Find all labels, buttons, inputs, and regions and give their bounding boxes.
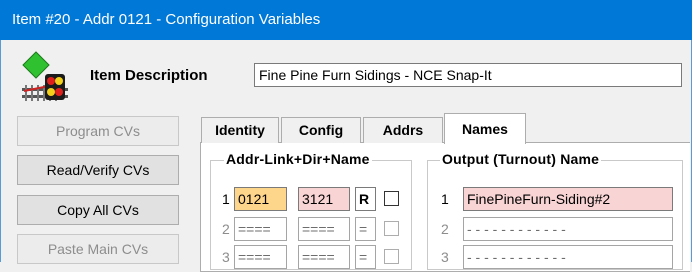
direction-field[interactable]: R (355, 187, 376, 211)
tab-identity[interactable]: Identity (201, 117, 279, 143)
read-verify-cvs-button[interactable]: Read/Verify CVs (17, 155, 179, 185)
copy-all-cvs-button[interactable]: Copy All CVs (17, 195, 179, 225)
turnout-signal-icon (22, 51, 68, 101)
addr-row-number: 1 (222, 191, 230, 207)
tab-addrs[interactable]: Addrs (363, 117, 443, 143)
output-row-number: 1 (441, 191, 449, 207)
name-checkbox[interactable] (384, 191, 399, 206)
program-cvs-button[interactable]: Program CVs (17, 116, 179, 146)
address-field[interactable]: 0121 (234, 187, 287, 211)
direction-field[interactable]: = (355, 245, 376, 269)
item-description-input[interactable]: Fine Pine Furn Sidings - NCE Snap-It (254, 63, 682, 87)
output-row-number: 2 (441, 221, 449, 237)
addr-row-number: 3 (222, 249, 230, 265)
address-field[interactable]: ==== (234, 245, 287, 269)
window-title: Item #20 - Addr 0121 - Configuration Var… (12, 11, 321, 28)
name-checkbox[interactable] (384, 221, 399, 236)
addr-link-group-title: Addr-Link+Dir+Name (224, 151, 372, 167)
addr-row-number: 2 (222, 221, 230, 237)
output-row-number: 3 (441, 249, 449, 265)
output-name-field[interactable]: - - - - - - - - - - - - (463, 217, 673, 241)
direction-field[interactable]: = (355, 217, 376, 241)
output-name-field[interactable]: - - - - - - - - - - - - (463, 245, 673, 269)
output-name-group-title: Output (Turnout) Name (440, 151, 602, 167)
paste-main-cvs-button[interactable]: Paste Main CVs (17, 234, 179, 264)
link-field[interactable]: 3121 (298, 187, 350, 211)
output-name-field[interactable]: FinePineFurn-Siding#2 (463, 187, 673, 211)
tab-config[interactable]: Config (281, 117, 361, 143)
window-title-bar[interactable]: Item #20 - Addr 0121 - Configuration Var… (0, 0, 692, 40)
link-field[interactable]: ==== (298, 217, 350, 241)
link-field[interactable]: ==== (298, 245, 350, 269)
address-field[interactable]: ==== (234, 217, 287, 241)
item-description-label: Item Description (90, 67, 208, 84)
tab-names[interactable]: Names (444, 113, 526, 144)
